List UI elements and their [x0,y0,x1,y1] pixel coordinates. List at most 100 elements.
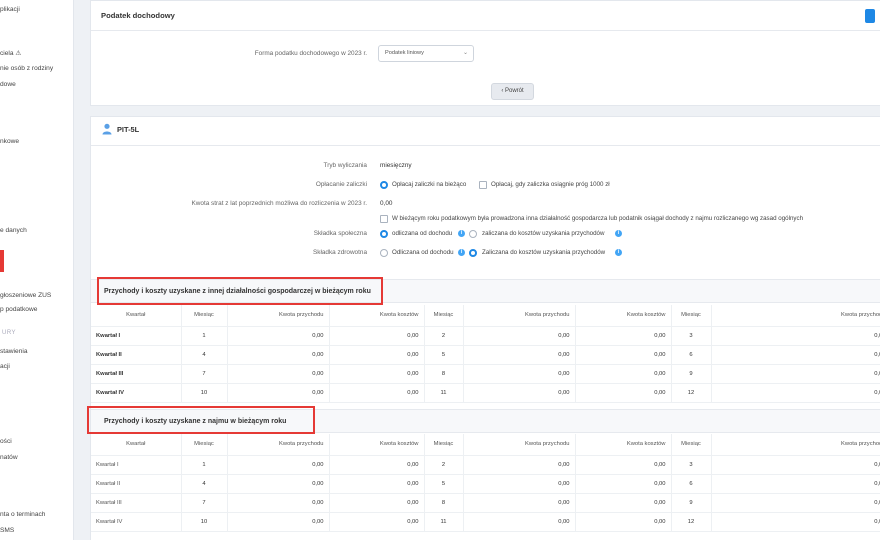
amount-input[interactable]: 0,00 [329,474,425,494]
sidebar-item[interactable]: ości [0,438,12,445]
amount-input[interactable]: 0,00 [227,345,330,365]
sidebar-item[interactable]: plikacji [0,6,20,13]
health-cost-label: Zaliczana do kosztów uzyskania przychodó… [482,249,606,256]
amount-input[interactable]: 0,00 [575,364,672,384]
sidebar-item[interactable]: dowe [0,81,16,88]
amount-input[interactable]: 0,00 [227,383,330,403]
column-header: Kwota przychodu [227,305,330,327]
amount-input[interactable]: 0,00 [463,326,576,346]
info-icon[interactable]: i [458,249,465,256]
sidebar-item[interactable]: acji [0,363,10,370]
amount-input[interactable]: 0,00 [575,455,672,475]
column-header: Kwartał [91,305,182,327]
amount-input[interactable]: 0,00 [227,493,330,513]
advance-current-radio[interactable] [380,181,388,189]
column-header: Miesiąc [181,434,228,456]
amount-input[interactable]: 0,00 [575,326,672,346]
amount-input[interactable]: 0,00 [711,326,880,346]
column-header: Miesiąc [424,305,464,327]
month-cell: 3 [671,326,712,346]
sidebar-item[interactable]: p podatkowe [0,306,37,313]
sidebar-item[interactable]: głoszeniowe ZUS [0,292,51,299]
amount-input[interactable]: 0,00 [329,364,425,384]
sidebar-item[interactable]: natów [0,454,18,461]
amount-input[interactable]: 0,00 [463,455,576,475]
amount-input[interactable]: 0,00 [463,493,576,513]
table-row: Kwartał I10,000,0020,000,0030,00 [91,326,880,346]
month-cell: 12 [671,383,712,403]
sidebar-active-marker [0,250,4,272]
amount-input[interactable]: 0,00 [227,364,330,384]
panel-action-button[interactable] [865,9,875,23]
month-cell: 9 [671,493,712,513]
amount-input[interactable]: 0,00 [329,345,425,365]
amount-input[interactable]: 0,00 [711,474,880,494]
amount-input[interactable]: 0,00 [575,512,672,532]
divider [91,145,880,146]
table-row: Kwartał IV100,000,00110,000,00120,00 [91,383,880,403]
month-cell: 1 [181,326,228,346]
amount-input[interactable]: 0,00 [463,345,576,365]
tax-form-label: Forma podatku dochodowego w 2023 r. [254,50,367,57]
amount-input[interactable]: 0,00 [575,493,672,513]
advance-current-label: Opłacaj zaliczki na bieżąco [392,181,467,188]
other-activity-checkbox[interactable] [380,215,388,223]
quarter-cell: Kwartał I [91,326,182,346]
info-icon[interactable]: i [458,230,465,237]
back-button[interactable]: ‹ Powrót [491,83,534,100]
quarter-cell: Kwartał I [91,455,182,475]
sidebar-item[interactable]: stawienia [0,348,28,355]
sidebar-item[interactable]: e danych [0,227,27,234]
amount-input[interactable]: 0,00 [329,512,425,532]
mode-label: Tryb wyliczania [323,162,367,169]
tax-form-select[interactable]: Podatek liniowy ⌄ [378,45,474,62]
month-cell: 6 [671,345,712,365]
sidebar-item[interactable]: nkowe [0,138,19,145]
sidebar-item[interactable]: nta o terminach [0,511,45,518]
table-row: Kwartał II40,000,0050,000,0060,00 [91,345,880,365]
amount-input[interactable]: 0,00 [227,455,330,475]
amount-input[interactable]: 0,00 [329,326,425,346]
amount-input[interactable]: 0,00 [463,383,576,403]
amount-input[interactable]: 0,00 [463,364,576,384]
month-cell: 9 [671,364,712,384]
amount-input[interactable]: 0,00 [575,474,672,494]
amount-input[interactable]: 0,00 [463,474,576,494]
info-icon[interactable]: i [615,249,622,256]
advance-label: Opłacanie zaliczki [315,181,367,188]
highlight-box [87,406,315,434]
loss-label: Kwota strat z lat poprzednich możliwa do… [191,200,367,207]
amount-input[interactable]: 0,00 [711,455,880,475]
amount-input[interactable]: 0,00 [711,364,880,384]
sidebar-item[interactable]: SMS [0,527,14,534]
amount-input[interactable]: 0,00 [575,383,672,403]
health-deducted-radio[interactable] [380,249,388,257]
health-cost-radio[interactable] [469,249,477,257]
user-icon [102,123,112,135]
amount-input[interactable]: 0,00 [463,512,576,532]
sidebar-item[interactable]: nie osób z rodziny [0,65,53,72]
business-table: Kwartał Miesiąc Kwota przychodu Kwota koszt… [91,305,880,403]
amount-input[interactable]: 0,00 [227,474,330,494]
amount-input[interactable]: 0,00 [329,455,425,475]
amount-input[interactable]: 0,00 [711,493,880,513]
amount-input[interactable]: 0,00 [329,383,425,403]
social-deducted-radio[interactable] [380,230,388,238]
amount-input[interactable]: 0,00 [227,512,330,532]
social-cost-radio[interactable] [469,230,477,238]
amount-input[interactable]: 0,00 [711,512,880,532]
amount-input[interactable]: 0,00 [711,383,880,403]
info-icon[interactable]: i [615,230,622,237]
loss-value[interactable]: 0,00 [380,200,392,207]
table-row: Kwartał IV100,000,00110,000,00120,00 [91,512,880,532]
amount-input[interactable]: 0,00 [711,345,880,365]
advance-threshold-checkbox[interactable] [479,181,487,189]
amount-input[interactable]: 0,00 [227,326,330,346]
rent-table: Kwartał Miesiąc Kwota przychodu Kwota koszt… [91,434,880,532]
amount-input[interactable]: 0,00 [575,345,672,365]
sidebar-item[interactable]: ciela ⚠ [0,49,21,57]
column-header: Miesiąc [671,434,712,456]
month-cell: 11 [424,383,464,403]
amount-input[interactable]: 0,00 [329,493,425,513]
health-deducted-label: Odliczana od dochodu [392,249,454,256]
